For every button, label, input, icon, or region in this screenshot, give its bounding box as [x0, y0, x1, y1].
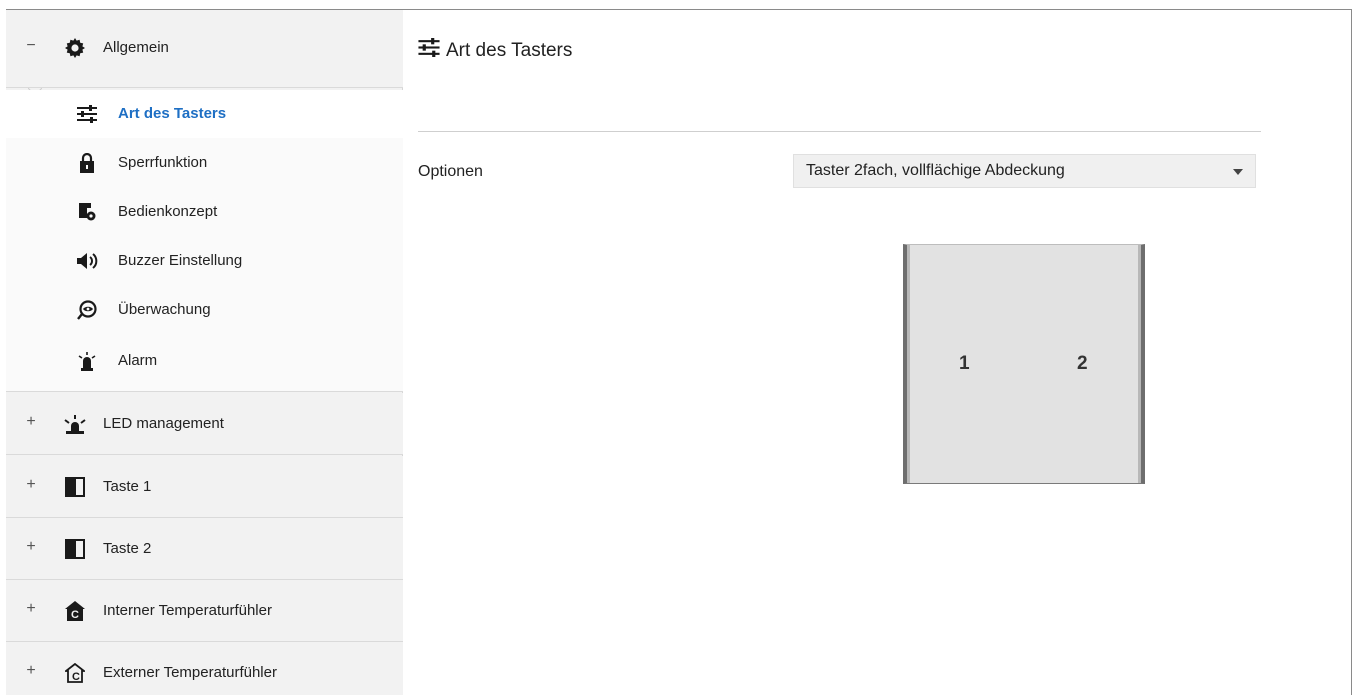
lock-icon — [76, 152, 98, 174]
tree-item-buzzer[interactable]: Buzzer Einstellung — [6, 236, 403, 285]
half-square-icon — [64, 476, 86, 498]
divider — [418, 131, 1261, 132]
monitoring-eye-icon — [76, 299, 98, 321]
button-number-2: 2 — [1077, 353, 1088, 374]
half-square-icon — [64, 538, 86, 560]
external-temp-icon: C — [64, 662, 86, 684]
sidebar-tree: − Allgemein Art des Tasters Sperrfunktio… — [6, 10, 403, 695]
tree-item-ueberwachung[interactable]: Überwachung — [6, 285, 403, 334]
expand-toggle[interactable]: + — [24, 413, 38, 431]
options-dropdown-value: Taster 2fach, vollflächige Abdeckung — [806, 162, 1065, 179]
page-title-text: Art des Tasters — [446, 39, 573, 61]
button-number-1: 1 — [959, 353, 970, 374]
options-label: Optionen — [418, 163, 483, 180]
svg-text:C: C — [71, 609, 79, 621]
tree-item-sperrfunktion[interactable]: Sperrfunktion — [6, 138, 403, 187]
options-dropdown[interactable]: Taster 2fach, vollflächige Abdeckung — [793, 154, 1256, 188]
device-edge-right — [1138, 245, 1141, 483]
tree-node-label: Taste 1 — [103, 478, 152, 495]
tree-node-label: Allgemein — [103, 39, 169, 56]
tree-node-led-management[interactable]: + LED management — [6, 393, 403, 455]
device-edge-left — [907, 245, 910, 483]
collapse-toggle[interactable]: − — [24, 37, 38, 55]
expand-toggle[interactable]: + — [24, 600, 38, 618]
expand-toggle[interactable]: + — [24, 662, 38, 680]
tree-item-label: Sperrfunktion — [118, 154, 208, 171]
speaker-icon — [76, 250, 98, 272]
tree-item-label: Art des Tasters — [118, 105, 227, 122]
expand-toggle[interactable]: + — [24, 538, 38, 556]
tree-node-interner-temperaturfuehler[interactable]: + C Interner Temperaturfühler — [6, 580, 403, 642]
tree-node-label: LED management — [103, 415, 224, 432]
tree-node-label: Externer Temperaturfühler — [103, 664, 277, 681]
sliders-icon — [76, 103, 98, 125]
page-title: Art des Tasters — [418, 38, 572, 63]
operation-concept-icon — [76, 201, 98, 223]
tree-node-taste-2[interactable]: + Taste 2 — [6, 518, 403, 580]
tree-item-label: Bedienkonzept — [118, 203, 218, 220]
sliders-icon — [418, 38, 440, 63]
tree-item-alarm[interactable]: Alarm — [6, 334, 403, 392]
tree-node-externer-temperaturfuehler[interactable]: + C Externer Temperaturfühler — [6, 642, 403, 695]
gear-icon — [64, 37, 86, 59]
tree-item-bedienkonzept[interactable]: Bedienkonzept — [6, 187, 403, 236]
alarm-light-icon — [76, 350, 98, 372]
tree-item-label: Alarm — [118, 352, 158, 369]
push-button-preview: 1 2 — [903, 244, 1145, 484]
expand-toggle[interactable]: + — [24, 476, 38, 494]
internal-temp-icon: C — [64, 600, 86, 622]
tree-node-allgemein[interactable]: − Allgemein — [6, 10, 403, 88]
tree-item-label: Buzzer Einstellung — [118, 252, 243, 269]
tree-node-taste-1[interactable]: + Taste 1 — [6, 456, 403, 518]
main-panel: Art des Tasters Optionen Taster 2fach, v… — [404, 10, 1351, 695]
tree-node-label: Interner Temperaturfühler — [103, 602, 272, 619]
led-alarm-icon — [64, 413, 86, 435]
svg-text:C: C — [72, 671, 80, 683]
chevron-down-icon — [1233, 169, 1243, 175]
tree-item-label: Überwachung — [118, 301, 211, 318]
tree-node-label: Taste 2 — [103, 540, 152, 557]
tree-item-art-des-tasters[interactable]: Art des Tasters — [6, 90, 403, 138]
